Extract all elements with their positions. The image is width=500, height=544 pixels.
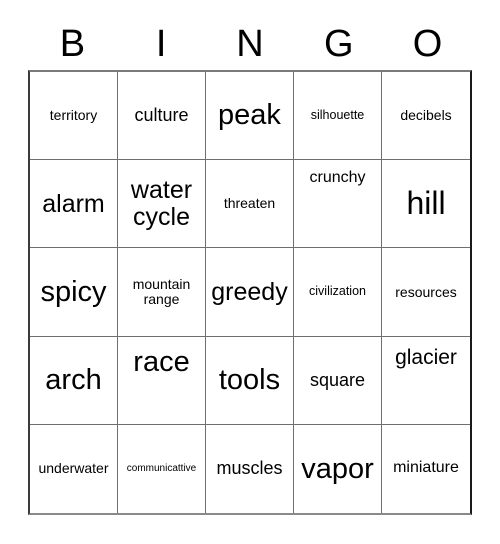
bingo-cell-label: glacier (395, 345, 457, 369)
bingo-card: B I N G O territory culture peak silhouette deci… (0, 0, 500, 544)
bingo-cell-label: territory (49, 107, 98, 124)
bingo-header-letter-o: O (412, 23, 443, 65)
bingo-cell-label: communicattive (126, 462, 197, 474)
bingo-cell-label: crunchy (309, 169, 366, 187)
bingo-cell-r3-c3[interactable]: greedy (206, 248, 294, 337)
bingo-cell-r1-c5[interactable]: decibels (382, 72, 470, 161)
bingo-cell-label: peak (218, 99, 281, 132)
bingo-header: BINGO (28, 18, 472, 70)
bingo-header-letter-i: I (155, 23, 167, 65)
bingo-cell-r5-c2[interactable]: communicattive (118, 424, 206, 513)
bingo-cell-r2-c2[interactable]: water cycle (118, 160, 206, 249)
bingo-cell-label: muscles (216, 458, 283, 479)
bingo-cell-r3-c4[interactable]: civilization (294, 248, 382, 337)
bingo-cell-r4-c2[interactable]: race (118, 336, 206, 425)
bingo-cell-label: spicy (40, 275, 107, 308)
bingo-cell-r5-c4[interactable]: vapor (294, 424, 382, 513)
bingo-header-letter-b: B (59, 23, 86, 65)
bingo-cell-r3-c2[interactable]: mountain range (118, 248, 206, 337)
bingo-cell-label: water cycle (130, 176, 193, 231)
bingo-cell-r1-c1[interactable]: territory (30, 72, 118, 161)
bingo-cell-label: race (133, 345, 190, 378)
bingo-cell-label: arch (45, 363, 102, 396)
bingo-cell-r5-c3[interactable]: muscles (206, 424, 294, 513)
bingo-cell-r4-c3[interactable]: tools (206, 336, 294, 425)
bingo-cell-r5-c5[interactable]: miniature (382, 424, 470, 513)
bingo-header-letter-n: N (236, 23, 264, 65)
bingo-cell-label: alarm (42, 189, 105, 218)
bingo-cell-label: square (309, 369, 366, 390)
bingo-cell-r2-c4[interactable]: crunchy (294, 160, 382, 249)
bingo-cell-r2-c3[interactable]: threaten (206, 160, 294, 249)
bingo-cell-r3-c5[interactable]: resources (382, 248, 470, 337)
bingo-cell-label: silhouette (310, 107, 365, 122)
bingo-cell-r1-c3[interactable]: peak (206, 72, 294, 161)
bingo-cell-label: underwater (38, 460, 109, 477)
bingo-cell-label: greedy (211, 277, 288, 306)
bingo-cell-label: hill (406, 184, 446, 221)
bingo-header-letter-g: G (324, 23, 354, 65)
bingo-cell-r1-c2[interactable]: culture (118, 72, 206, 161)
bingo-cell-label: culture (134, 105, 189, 126)
bingo-cell-label: tools (218, 363, 281, 396)
bingo-cell-label: miniature (393, 459, 459, 477)
bingo-cell-label: threaten (223, 195, 276, 212)
bingo-cell-r4-c1[interactable]: arch (30, 336, 118, 425)
bingo-cell-r1-c4[interactable]: silhouette (294, 72, 382, 161)
bingo-cell-r2-c1[interactable]: alarm (30, 160, 118, 249)
bingo-cell-r3-c1[interactable]: spicy (30, 248, 118, 337)
bingo-cell-label: resources (395, 283, 457, 300)
bingo-cell-label: civilization (309, 284, 366, 299)
bingo-cell-r5-c1[interactable]: underwater (30, 424, 118, 513)
bingo-cell-label: decibels (400, 107, 452, 124)
bingo-cell-label: vapor (301, 452, 374, 485)
bingo-cell-r4-c4[interactable]: square (294, 336, 382, 425)
bingo-cell-r2-c5[interactable]: hill (382, 160, 470, 249)
bingo-cell-r4-c5[interactable]: glacier (382, 336, 470, 425)
bingo-cell-label: mountain range (132, 276, 191, 307)
bingo-grid: territory culture peak silhouette decibels al… (28, 70, 472, 515)
